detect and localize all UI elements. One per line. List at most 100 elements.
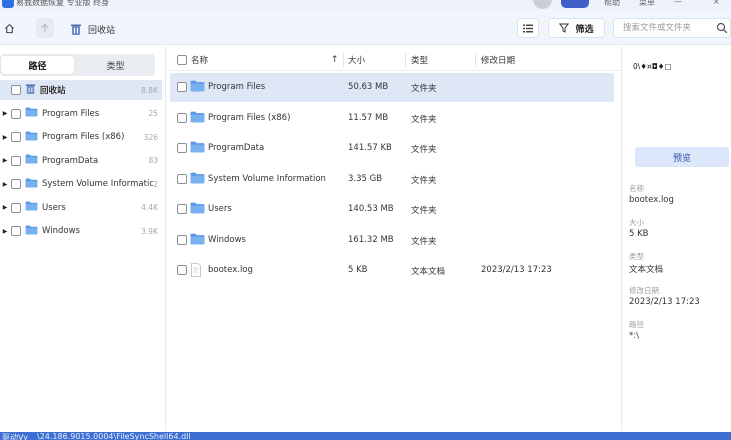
column-divider[interactable] [405,53,406,67]
expand-arrow-icon[interactable]: ▶ [1,134,9,141]
file-name: Program Files (x86) [208,112,291,123]
details-panel: 0\♦¤◘♦□ 预览 名称 bootex.log 大小 5 KB 类型 文本文档 修改日期 2… [621,46,731,431]
breadcrumb-label: 回收站 [88,25,116,36]
preview-button[interactable]: 预览 [635,147,729,167]
tree-item-count: 4.4K [141,203,158,212]
tree-item[interactable]: ▶ Program Files 25 [0,104,162,124]
tree-item-label: Program Files (x86) [42,132,125,142]
row-checkbox[interactable] [177,173,187,184]
file-type: 文件夹 [411,206,437,216]
tree-item[interactable]: ▶ System Volume Information 2 [0,174,162,194]
tree-item-label: Windows [42,226,80,236]
file-size: 3.35 GB [348,173,383,184]
column-type[interactable]: 类型 [411,49,428,71]
minimize-button[interactable]: — [674,0,682,6]
property-value: 文本文档 [629,265,664,275]
table-row[interactable]: Program Files 50.63 MB 文件夹 [170,73,614,102]
table-row[interactable]: Users 140.53 MB 文件夹 [170,195,614,224]
file-name: Windows [208,234,246,245]
column-modified-date[interactable]: 修改日期 [481,49,515,71]
pro-badge[interactable] [561,0,589,8]
tree-item-checkbox[interactable] [11,202,21,213]
tree-item-label: Users [42,202,66,213]
tree-item-checkbox[interactable] [11,108,21,119]
arrow-up-icon [41,23,49,32]
up-level-button[interactable] [36,18,54,38]
column-divider[interactable] [343,53,344,67]
expand-arrow-icon[interactable]: ▶ [1,157,9,164]
row-checkbox[interactable] [177,112,187,123]
row-checkbox[interactable] [177,82,187,92]
menu-link[interactable]: 菜单 [639,0,655,8]
home-button[interactable] [0,18,18,38]
list-view-icon [523,24,533,32]
column-size[interactable]: 大小 [348,49,365,71]
file-name: Users [208,204,232,214]
file-name: ProgramData [208,143,265,153]
tree-item[interactable]: ▶ Program Files (x86) 326 [0,127,162,147]
search-input[interactable] [614,19,714,37]
row-checkbox[interactable] [177,204,187,214]
expand-arrow-icon[interactable]: ▶ [1,204,9,211]
folder-icon [25,130,38,141]
folder-icon [25,107,38,117]
search-box[interactable] [613,18,731,38]
sort-ascending-icon[interactable]: ↑ [331,49,339,71]
user-avatar[interactable] [533,0,552,9]
file-size: 161.32 MB [348,234,394,245]
file-type: 文本文档 [411,267,446,277]
file-type: 文件夹 [411,145,437,155]
row-checkbox[interactable] [177,234,187,245]
folder-icon [190,141,205,153]
text-file-icon [191,263,201,277]
expand-arrow-icon[interactable]: ▶ [1,228,9,235]
tree-item-count: 83 [148,156,158,165]
property-label: 修改日期 [629,286,659,295]
tree-item-count: 326 [143,132,158,142]
close-button[interactable]: × [713,0,720,6]
filter-label: 筛选 [575,24,594,35]
property-label: 大小 [629,218,644,227]
file-size: 141.57 KB [348,143,392,153]
column-divider[interactable] [475,53,476,67]
table-row[interactable]: bootex.log 5 KB 文本文档 2023/2/13 17:23 [170,256,614,285]
tab-type[interactable]: 类型 [79,56,152,74]
breadcrumb[interactable]: 回收站 [70,20,115,38]
view-tabs: 路径 类型 [0,54,155,76]
select-all-checkbox[interactable] [177,55,187,65]
tree-item[interactable]: 回收站 8.8K [0,80,162,100]
file-type: 文件夹 [411,236,437,247]
app-logo-icon [2,0,14,8]
file-size: 11.57 MB [348,112,389,123]
tree-item[interactable]: ▶ ProgramData 83 [0,151,162,171]
tree-item-checkbox[interactable] [11,179,21,189]
tree-item-checkbox[interactable] [11,132,21,142]
list-header: 名称 ↑ 大小 类型 修改日期 [167,49,621,71]
file-size: 140.53 MB [348,204,394,214]
tree-item[interactable]: ▶ Windows 3.9K [0,221,162,241]
table-row[interactable]: System Volume Information 3.35 GB 文件夹 [170,165,614,194]
expand-arrow-icon[interactable]: ▶ [1,110,9,117]
row-checkbox[interactable] [177,143,187,153]
table-row[interactable]: Windows 161.32 MB 文件夹 [170,226,614,255]
tree-item-count: 25 [148,109,158,118]
tree-item-checkbox[interactable] [11,226,21,236]
filter-button[interactable]: 筛选 [548,18,605,38]
row-checkbox[interactable] [177,265,187,275]
tree-item[interactable]: ▶ Users 4.4K [0,198,162,218]
folder-icon [25,201,38,211]
view-mode-button[interactable] [517,18,539,38]
expand-arrow-icon[interactable]: ▶ [1,181,9,188]
table-row[interactable]: Program Files (x86) 11.57 MB 文件夹 [170,104,614,133]
tree-item-checkbox[interactable] [11,155,21,166]
help-link[interactable]: 帮助 [604,0,620,8]
app-title: 易我数据恢复 专业版 终身 [16,0,110,7]
tree-item-label: Program Files [42,108,100,119]
search-icon[interactable] [716,22,728,34]
table-row[interactable]: ProgramData 141.57 KB 文件夹 [170,134,614,163]
column-name[interactable]: 名称 [191,49,208,71]
tab-path[interactable]: 路径 [1,56,74,74]
file-size: 50.63 MB [348,82,389,92]
tree-item-label: ProgramData [42,155,99,166]
tree-item-checkbox[interactable] [11,85,21,95]
